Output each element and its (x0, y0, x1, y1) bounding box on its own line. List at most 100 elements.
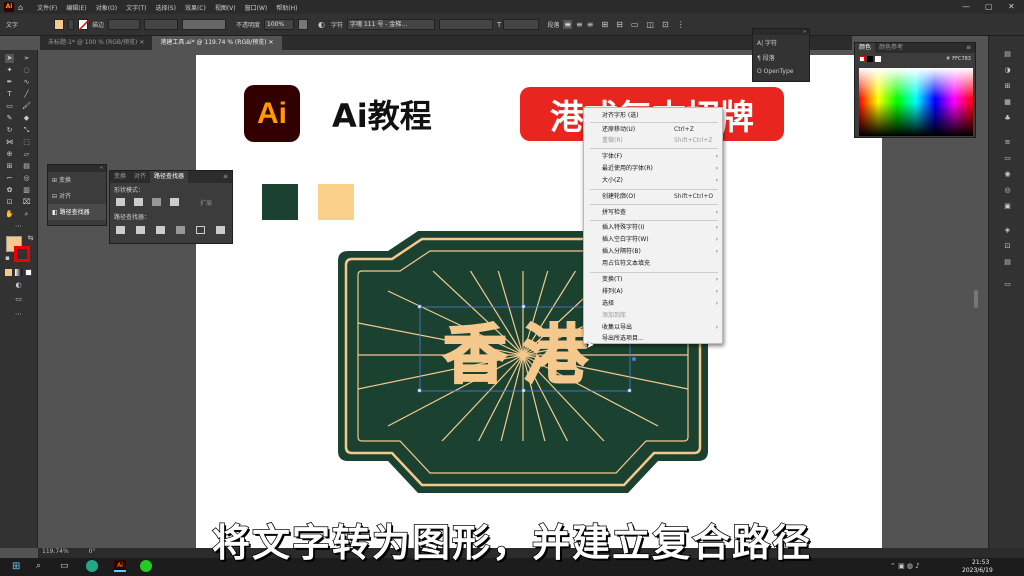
style-swatch[interactable] (298, 19, 309, 30)
transform-icon[interactable]: ⊞ (601, 20, 608, 29)
menu-item-insert-whitespace[interactable]: 插入空白字符(W) › (584, 234, 724, 245)
exclude-icon[interactable] (170, 198, 179, 206)
menu-item-export-selection[interactable]: 导出所选项目... (584, 333, 724, 344)
stroke-swatch[interactable] (78, 19, 90, 30)
minimize-icon[interactable]: — (962, 2, 970, 11)
none-mode-icon[interactable] (25, 269, 32, 276)
expand-button[interactable]: 扩展 (188, 198, 212, 207)
hand-tool-icon[interactable]: ✋ (5, 210, 14, 219)
align-objects-icon[interactable]: ⊟ (616, 20, 623, 29)
menu-item-size[interactable]: 大小(Z) › (584, 175, 724, 186)
opacity-input[interactable]: 100% (264, 19, 295, 30)
character-item[interactable]: A| 字符 (753, 35, 809, 50)
menu-item-undo[interactable]: 还原移动(U) Ctrl+Z (584, 124, 724, 135)
menu-item-arrange[interactable]: 排列(A) › (584, 286, 724, 297)
menu-object[interactable]: 对象(O) (96, 3, 117, 12)
close-tab-icon[interactable]: ✕ (139, 39, 144, 46)
fill-swatch[interactable] (54, 19, 65, 30)
menu-help[interactable]: 帮助(H) (276, 3, 297, 12)
brushes-icon[interactable]: ♣ (1003, 114, 1012, 123)
gradient-mode-icon[interactable] (15, 269, 22, 276)
stroke-weight-input[interactable] (108, 19, 141, 30)
arrange-icon[interactable]: ▭ (631, 20, 639, 29)
trim-icon[interactable] (136, 226, 145, 234)
paintbrush-icon[interactable]: 🖌 (22, 102, 31, 111)
width-tool-icon[interactable]: ⋈ (5, 138, 14, 147)
tab-color[interactable]: 颜色 (855, 43, 876, 53)
layers-icon[interactable]: ◑ (1003, 66, 1012, 75)
properties-icon[interactable]: ▤ (1003, 50, 1012, 59)
tab-align[interactable]: 对齐 (130, 171, 150, 183)
artboard[interactable]: Ai Ai教程 港式复古招牌 香港 (196, 55, 882, 548)
align-center-icon[interactable]: ≡ (576, 20, 583, 29)
panel-header[interactable]: « (48, 165, 106, 172)
rectangle-tool-icon[interactable]: ▭ (5, 102, 14, 111)
curvature-icon[interactable]: ∿ (22, 78, 31, 87)
swatches-icon[interactable]: ▦ (1003, 98, 1012, 107)
crop-icon[interactable] (176, 226, 185, 234)
layers-stack-icon[interactable]: ◈ (1003, 226, 1012, 235)
menu-effect[interactable]: 效果(C) (185, 3, 206, 12)
minus-front-icon[interactable] (134, 198, 143, 206)
tab-transform[interactable]: 变换 (110, 171, 130, 183)
stroke-color-box[interactable] (14, 246, 30, 262)
clock-date[interactable]: 2023/6/19 (962, 567, 993, 574)
isolate-icon[interactable]: ◫ (646, 20, 654, 29)
tab-untitled[interactable]: 未标题-1* @ 100 % (RGB/预览) ✕ (40, 36, 152, 50)
magic-wand-icon[interactable]: ✦ (5, 66, 14, 75)
white-swatch[interactable] (875, 56, 881, 62)
libraries-icon[interactable]: ⊞ (1003, 82, 1012, 91)
default-colors-icon[interactable]: ▪ (3, 254, 12, 263)
tab-active-document[interactable]: 港建工具.ai* @ 119.74 % (RGB/预览) ✕ (152, 36, 282, 50)
menu-item-spell-check[interactable]: 拼写检查 › (584, 207, 724, 218)
align-right-icon[interactable]: ≡ (587, 20, 594, 29)
blend-icon[interactable]: ◎ (22, 174, 31, 183)
lasso-icon[interactable]: ◌ (22, 66, 31, 75)
unite-icon[interactable] (116, 198, 125, 206)
black-swatch[interactable] (867, 56, 873, 62)
draw-mode-icon[interactable]: ◐ (14, 281, 23, 290)
stroke-panel-icon[interactable]: ≡ (1003, 138, 1012, 147)
menu-item-collect-export[interactable]: 收集以导出 › (584, 322, 724, 333)
slice-tool-icon[interactable]: ⌧ (22, 198, 31, 207)
menu-item-select[interactable]: 选择 › (584, 298, 724, 309)
home-icon[interactable]: ⌂ (18, 3, 23, 12)
links-icon[interactable]: ▭ (1003, 280, 1012, 289)
minus-back-icon[interactable] (216, 226, 225, 234)
menu-select[interactable]: 选择(S) (155, 3, 176, 12)
menu-edit[interactable]: 编辑(E) (66, 3, 86, 12)
shape-builder-icon[interactable]: ⊕ (5, 150, 14, 159)
pen-tool-icon[interactable]: ✒ (5, 78, 14, 87)
close-tab-icon[interactable]: ✕ (269, 39, 274, 46)
toolbar-edit-icon[interactable]: ⋯ (14, 222, 23, 231)
screen-mode-icon[interactable]: ▭ (14, 295, 23, 304)
symbol-sprayer-icon[interactable]: ✿ (5, 186, 14, 195)
type-tool-icon[interactable]: T (5, 90, 14, 99)
transform-item[interactable]: ⊞ 变换 (48, 172, 106, 188)
gradient-panel-icon[interactable]: ▭ (1003, 154, 1012, 163)
graph-tool-icon[interactable]: ▥ (22, 186, 31, 195)
menu-item-recent-fonts[interactable]: 最近使用的字体(R) › (584, 163, 724, 174)
paragraph-item[interactable]: ¶ 段落 (753, 50, 809, 65)
para-label[interactable]: 段落 (547, 20, 559, 29)
brush-definition[interactable] (182, 19, 227, 30)
font-size-input[interactable] (503, 19, 540, 30)
artboards-icon[interactable]: ⊡ (1003, 242, 1012, 251)
gradient-icon[interactable]: ▤ (22, 162, 31, 171)
selection-tool-icon[interactable]: ➤ (5, 54, 14, 63)
rotate-icon[interactable]: ↻ (5, 126, 14, 135)
artboard-tool-icon[interactable]: ⊡ (5, 198, 14, 207)
menu-item-insert-break[interactable]: 插入分隔符(B) › (584, 246, 724, 257)
menu-window[interactable]: 窗口(W) (245, 3, 268, 12)
more-tools-icon[interactable]: ⋯ (14, 310, 23, 319)
canvas-scrollbar[interactable] (974, 290, 978, 308)
menu-item-insert-special[interactable]: 插入特殊字符(I) › (584, 222, 724, 233)
menu-item-font[interactable]: 字体(F) › (584, 151, 724, 162)
distribute-icon[interactable]: ⊡ (662, 20, 669, 29)
swap-colors-icon[interactable]: ⇆ (26, 234, 35, 243)
hex-input[interactable]: FFC783 (952, 56, 975, 62)
panel-menu-icon[interactable]: ≡ (966, 43, 975, 53)
tab-color-guide[interactable]: 颜色参考 (875, 43, 907, 53)
divide-icon[interactable] (116, 226, 125, 234)
menu-item-create-outlines[interactable]: 创建轮廓(O) Shift+Ctrl+O (584, 191, 724, 202)
